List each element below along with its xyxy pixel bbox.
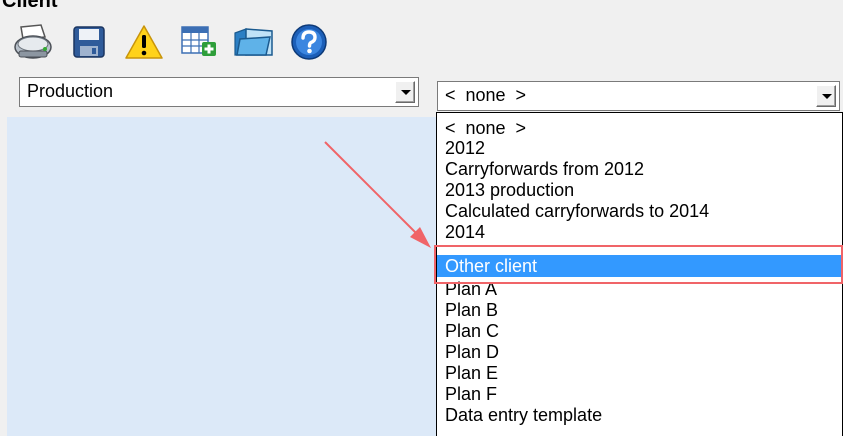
dropdown-item[interactable]: Plan B	[437, 300, 842, 320]
dropdown-item[interactable]: Plan E	[437, 363, 842, 383]
dropdown-item[interactable]: Plan F	[437, 384, 842, 404]
scenario-dropdown-list: < none > 2012 Carryforwards from 2012 20…	[436, 112, 843, 436]
dropdown-item[interactable]: Plan C	[437, 321, 842, 341]
dropdown-item[interactable]: 2013 production	[437, 180, 842, 200]
dropdown-item[interactable]: Carryforwards from 2012	[437, 159, 842, 179]
dropdown-item-selected[interactable]: Other client	[437, 255, 842, 277]
add-table-icon	[181, 26, 216, 56]
dropdown-item[interactable]: Calculated carryforwards to 2014	[437, 201, 842, 221]
dropdown-item[interactable]: < none >	[437, 118, 842, 138]
chevron-down-icon[interactable]	[816, 85, 836, 107]
window-title: Client	[2, 0, 58, 12]
save-button[interactable]	[65, 21, 113, 63]
save-icon	[73, 26, 105, 58]
chevron-down-icon[interactable]	[395, 81, 415, 103]
folder-icon	[234, 28, 273, 56]
screen: Client Production < none > < none > 2012…	[0, 0, 843, 436]
warnings-button[interactable]	[120, 21, 168, 63]
scenario-select-value: < none >	[445, 85, 527, 105]
mode-select[interactable]: Production	[19, 77, 419, 107]
help-button[interactable]	[285, 21, 333, 63]
dropdown-item[interactable]: 2014	[437, 222, 842, 242]
dropdown-item[interactable]: Data entry template	[437, 405, 842, 425]
mode-select-value: Production	[27, 81, 114, 101]
printer-icon	[14, 24, 52, 59]
dropdown-item[interactable]: 2012	[437, 138, 842, 158]
open-folder-button[interactable]	[230, 21, 278, 63]
toolbar	[10, 21, 333, 63]
left-panel	[7, 117, 436, 436]
print-button[interactable]	[10, 21, 58, 63]
add-table-button[interactable]	[175, 21, 223, 63]
dropdown-item[interactable]: Plan D	[437, 342, 842, 362]
help-icon	[291, 24, 327, 60]
scenario-select[interactable]: < none >	[437, 81, 840, 111]
dropdown-item[interactable]: Plan A	[437, 279, 842, 299]
warning-icon	[125, 25, 163, 59]
